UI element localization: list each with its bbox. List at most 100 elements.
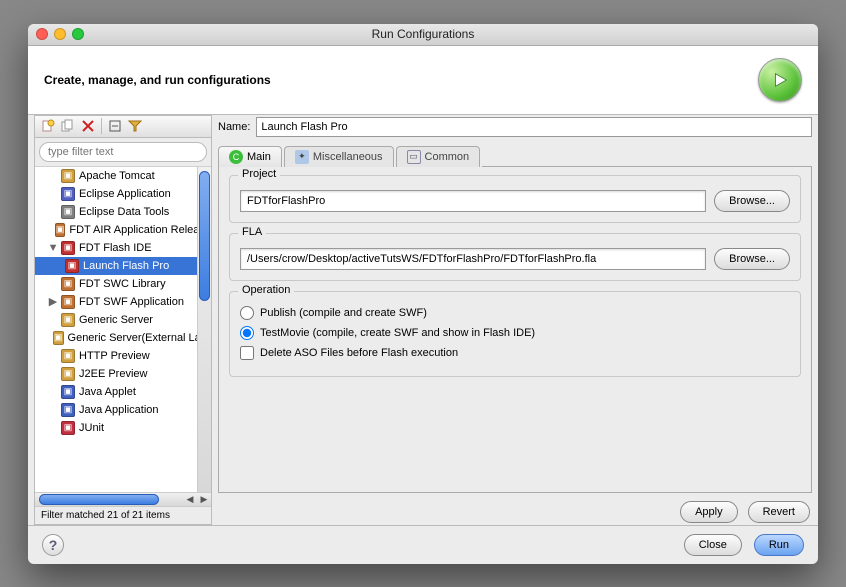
config-type-icon: ▣	[65, 259, 79, 273]
config-tree[interactable]: ▣ Apache Tomcat ▣ Eclipse Application ▣Eclip…	[35, 167, 211, 492]
vertical-scrollbar[interactable]	[197, 167, 211, 492]
tree-item-label: FDT Flash IDE	[79, 242, 152, 254]
tree-item-label: FDT AIR Application Release	[69, 224, 211, 236]
apply-revert-row: Apply Revert	[218, 493, 812, 525]
main-tab-icon: C	[229, 150, 243, 164]
project-group: Project Browse...	[229, 175, 801, 223]
tree-item[interactable]: ▣ Apache Tomcat	[35, 167, 211, 185]
close-button[interactable]: Close	[684, 534, 742, 556]
name-label: Name:	[218, 121, 250, 133]
delete-aso-checkbox[interactable]	[240, 346, 254, 360]
revert-button[interactable]: Revert	[748, 501, 810, 523]
dialog-body: ▣ Apache Tomcat ▣ Eclipse Application ▣Eclip…	[28, 115, 818, 525]
dialog-header: Create, manage, and run configurations	[28, 46, 818, 115]
duplicate-config-icon[interactable]	[59, 117, 77, 135]
tree-item[interactable]: ▣FDT AIR Application Release	[35, 221, 211, 239]
config-type-icon: ▣	[61, 241, 75, 255]
tree-item[interactable]: ▣ Generic Server(External Launch)	[35, 329, 211, 347]
config-type-icon: ▣	[61, 403, 75, 417]
project-legend: Project	[238, 168, 280, 180]
name-input[interactable]	[256, 117, 812, 137]
filter-input[interactable]	[39, 142, 207, 162]
titlebar: Run Configurations	[28, 24, 818, 46]
config-type-icon: ▣	[55, 223, 66, 237]
sidebar: ▣ Apache Tomcat ▣ Eclipse Application ▣Eclip…	[34, 115, 212, 525]
new-config-icon[interactable]	[39, 117, 57, 135]
name-row: Name:	[218, 115, 812, 143]
disclosure-icon[interactable]: ▼	[49, 242, 57, 254]
tab-label: Common	[425, 151, 470, 163]
operation-group: Operation Publish (compile and create SW…	[229, 291, 801, 377]
tree-item[interactable]: ▣ Java Application	[35, 401, 211, 419]
sidebar-toolbar	[35, 116, 211, 138]
config-type-icon: ▣	[61, 169, 75, 183]
dialog-window: Run Configurations Create, manage, and r…	[28, 24, 818, 564]
project-input[interactable]	[240, 190, 706, 212]
config-type-icon: ▣	[61, 277, 75, 291]
delete-config-icon[interactable]	[79, 117, 97, 135]
fla-browse-button[interactable]: Browse...	[714, 248, 790, 270]
horizontal-scrollbar[interactable]: ◀ ▶	[35, 492, 211, 506]
hscroll-thumb[interactable]	[39, 494, 159, 505]
tree-item[interactable]: ▣Eclipse Data Tools	[35, 203, 211, 221]
tree-item-label: J2EE Preview	[79, 368, 147, 380]
config-type-icon: ▣	[61, 187, 75, 201]
window-title: Run Configurations	[28, 27, 818, 41]
tree-item[interactable]: ▣ Eclipse Application	[35, 185, 211, 203]
run-badge-icon	[758, 58, 802, 102]
tree-item-label: Generic Server(External Launch)	[68, 332, 211, 344]
tree-item-label: Java Applet	[79, 386, 136, 398]
publish-label: Publish (compile and create SWF)	[260, 307, 427, 319]
filter-menu-icon[interactable]	[126, 117, 144, 135]
tree-item[interactable]: ▣J2EE Preview	[35, 365, 211, 383]
tab-label: Miscellaneous	[313, 151, 383, 163]
dialog-footer: ? Close Run	[28, 525, 818, 564]
fla-legend: FLA	[238, 226, 266, 238]
testmovie-label: TestMovie (compile, create SWF and show …	[260, 327, 535, 339]
tab-bar: C Main ✦ Miscellaneous ▭ Common	[218, 143, 812, 167]
dialog-heading: Create, manage, and run configurations	[44, 73, 271, 87]
tree-item[interactable]: ▣ HTTP Preview	[35, 347, 211, 365]
tree-item[interactable]: ▣FDT SWC Library	[35, 275, 211, 293]
tree-item[interactable]: ▣ Generic Server	[35, 311, 211, 329]
details-pane: Name: C Main ✦ Miscellaneous ▭ Common	[212, 115, 812, 525]
tree-item-label: Eclipse Application	[79, 188, 171, 200]
common-tab-icon: ▭	[407, 150, 421, 164]
tree-item-label: Launch Flash Pro	[83, 260, 169, 272]
misc-tab-icon: ✦	[295, 150, 309, 164]
config-type-icon: ▣	[61, 205, 75, 219]
apply-button[interactable]: Apply	[680, 501, 738, 523]
config-type-icon: ▣	[61, 349, 75, 363]
tree-item-label: Apache Tomcat	[79, 170, 155, 182]
hscroll-right-icon[interactable]: ▶	[197, 493, 211, 506]
tree-item-label: JUnit	[79, 422, 104, 434]
disclosure-icon[interactable]: ▶	[49, 295, 57, 308]
config-type-icon: ▣	[61, 313, 75, 327]
tree-item[interactable]: ▣Java Applet	[35, 383, 211, 401]
filter-status: Filter matched 21 of 21 items	[35, 506, 211, 524]
tree-item[interactable]: ▶▣FDT SWF Application	[35, 293, 211, 311]
tree-item-label: FDT SWF Application	[79, 296, 184, 308]
tree-item-label: Java Application	[79, 404, 159, 416]
tree-item-child[interactable]: ▣ Launch Flash Pro	[35, 257, 211, 275]
testmovie-radio[interactable]	[240, 326, 254, 340]
hscroll-left-icon[interactable]: ◀	[183, 493, 197, 506]
tree-item-label: Generic Server	[79, 314, 153, 326]
tab-label: Main	[247, 151, 271, 163]
tree-item[interactable]: ▣ JUnit	[35, 419, 211, 437]
tab-miscellaneous[interactable]: ✦ Miscellaneous	[284, 146, 394, 167]
tree-item-label: HTTP Preview	[79, 350, 150, 362]
help-icon[interactable]: ?	[42, 534, 64, 556]
publish-radio[interactable]	[240, 306, 254, 320]
run-button[interactable]: Run	[754, 534, 804, 556]
fla-input[interactable]	[240, 248, 706, 270]
config-type-icon: ▣	[53, 331, 64, 345]
tab-common[interactable]: ▭ Common	[396, 146, 481, 167]
config-type-icon: ▣	[61, 421, 75, 435]
tab-main[interactable]: C Main	[218, 146, 282, 167]
scroll-thumb[interactable]	[199, 171, 210, 301]
filter-row	[35, 138, 211, 167]
collapse-all-icon[interactable]	[106, 117, 124, 135]
project-browse-button[interactable]: Browse...	[714, 190, 790, 212]
tree-item[interactable]: ▼ ▣ FDT Flash IDE	[35, 239, 211, 257]
